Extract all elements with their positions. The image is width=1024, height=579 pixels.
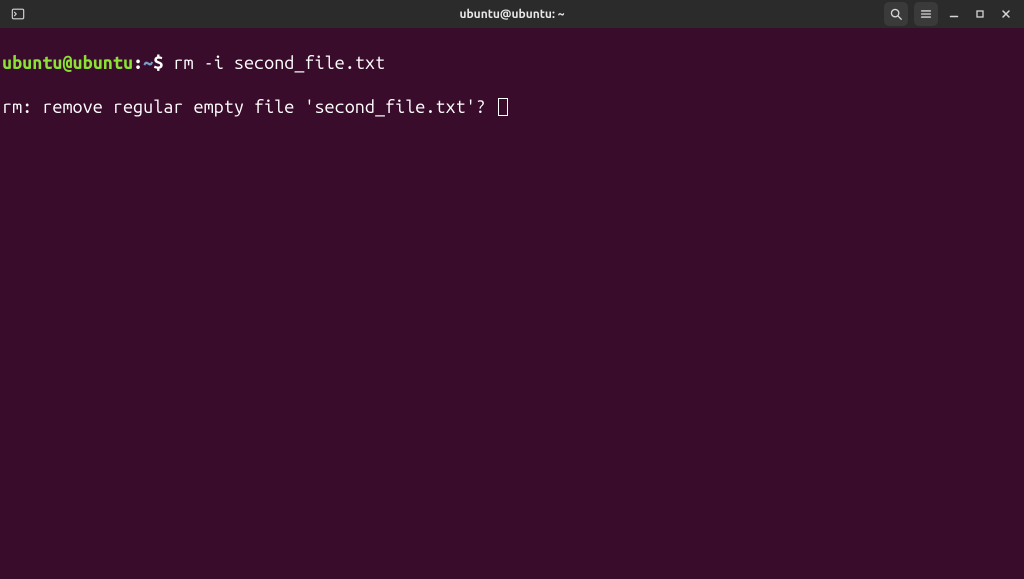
- window-title: ubuntu@ubuntu: ~: [0, 8, 1024, 21]
- menu-button[interactable]: [914, 2, 938, 26]
- terminal-tab-icon: [11, 7, 25, 21]
- maximize-icon: [974, 8, 986, 20]
- window-titlebar: ubuntu@ubuntu: ~: [0, 0, 1024, 28]
- maximize-button[interactable]: [970, 4, 990, 24]
- search-icon: [889, 7, 903, 21]
- prompt-path: ~: [143, 53, 153, 73]
- prompt-line: ubuntu@ubuntu:~$ rm -i second_file.txt: [2, 52, 1022, 74]
- close-button[interactable]: [996, 4, 1016, 24]
- output-line: rm: remove regular empty file 'second_fi…: [2, 96, 1022, 118]
- command-text: rm -i second_file.txt: [173, 53, 385, 73]
- prompt-dollar: $: [153, 53, 173, 73]
- new-tab-button[interactable]: [8, 4, 28, 24]
- hamburger-icon: [919, 7, 933, 21]
- minimize-button[interactable]: [944, 4, 964, 24]
- output-text: rm: remove regular empty file 'second_fi…: [2, 97, 496, 117]
- prompt-user-host: ubuntu@ubuntu: [2, 53, 133, 73]
- search-button[interactable]: [884, 2, 908, 26]
- titlebar-left-controls: [8, 4, 28, 24]
- terminal-viewport[interactable]: ubuntu@ubuntu:~$ rm -i second_file.txt r…: [0, 28, 1024, 579]
- prompt-colon: :: [133, 53, 143, 73]
- minimize-icon: [948, 8, 960, 20]
- close-icon: [1000, 8, 1012, 20]
- titlebar-right-controls: [884, 2, 1016, 26]
- cursor-block: [498, 98, 508, 116]
